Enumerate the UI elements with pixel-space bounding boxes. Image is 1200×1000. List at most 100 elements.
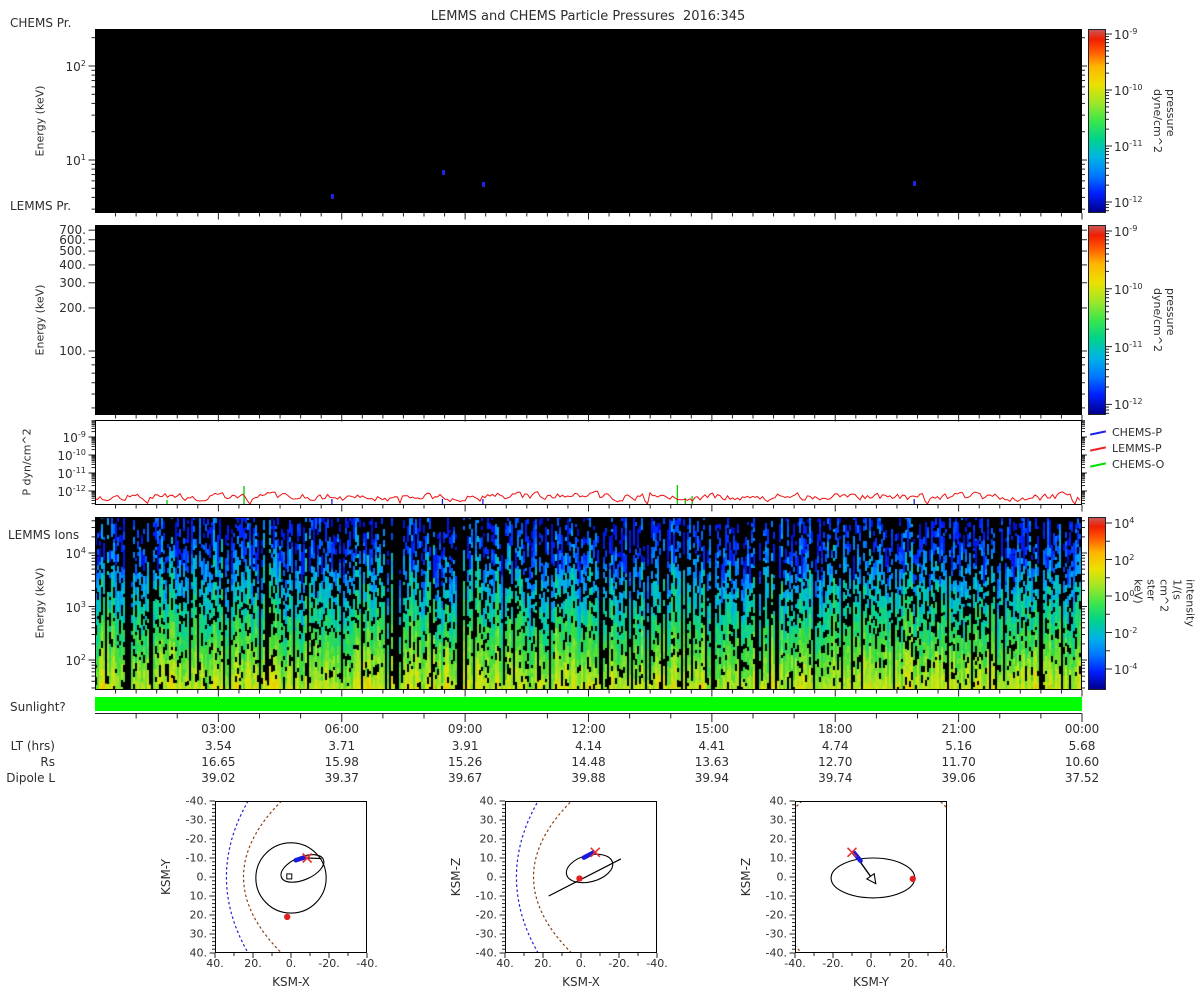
orbit-y-tick-label: -30. [185, 813, 207, 827]
ephemeris-value: 39.67 [447, 771, 483, 785]
orbit-y-tick-label: 40. [189, 946, 208, 960]
y-axis-title-p2: Energy (keV) [33, 284, 47, 356]
time-tick-label: 09:00 [447, 722, 483, 736]
orbit-y-tick-label: 40. [769, 794, 788, 808]
colorbar-tick-label: 10-12 [1114, 194, 1143, 210]
time-tick-label: 15:00 [694, 722, 730, 736]
y-axis-title-p4: Energy (keV) [33, 567, 47, 639]
ephemeris-value: 37.52 [1064, 771, 1100, 785]
chems-pressure-point [912, 180, 916, 186]
orbit-x-tick-label: -20. [318, 957, 340, 970]
orbit-y-tick-label: 20. [479, 832, 498, 846]
orbit-y-tick-label: 0. [486, 870, 498, 884]
time-tick-label: 00:00 [1064, 722, 1100, 736]
ephemeris-value: 3.91 [451, 739, 479, 753]
ephemeris-value: 15.98 [324, 755, 359, 769]
chems-pressure-point [331, 193, 335, 199]
ephemeris-value: 39.94 [694, 771, 730, 785]
colorbar-tick-label: 10-4 [1114, 661, 1138, 677]
legend-line-chems-o [1089, 462, 1107, 468]
colorbar-tick-label: 100 [1114, 588, 1135, 604]
y-tick-label: 100. [59, 344, 86, 358]
orbit-x-tick-label: 20. [244, 957, 262, 970]
ephemeris-value: 16.65 [201, 755, 236, 769]
legend-label: CHEMS-P [1112, 426, 1162, 439]
ephemeris-value: 10.60 [1064, 755, 1100, 769]
pressure-line-series [94, 485, 1081, 506]
pressure-line-plot [94, 420, 1082, 506]
colorbar-pressure-1 [1088, 29, 1106, 213]
ephemeris-value: 15.26 [447, 755, 483, 769]
orbit-y-tick-label: -10. [765, 889, 787, 903]
orbit-y-tick-label: -20. [185, 832, 207, 846]
y-tick-label: 103 [65, 599, 86, 615]
y-tick-label: 101 [65, 152, 86, 168]
panel-label-sunlight: Sunlight? [10, 700, 66, 714]
time-tick-label: 21:00 [941, 722, 976, 736]
orbit-plot-orbit_xz [499, 800, 658, 958]
orbit-y-tick-label: -30. [765, 927, 787, 941]
orbit-x-tick-label: 0. [575, 957, 587, 970]
ephemeris-row-label: Rs [40, 755, 55, 769]
legend-label: CHEMS-O [1112, 458, 1165, 471]
ephemeris-value: 3.71 [328, 739, 356, 753]
y-tick-label: 10-12 [57, 483, 86, 499]
orbit-y-tick-label: 10. [479, 851, 498, 865]
orbit-y-tick-label: -30. [475, 927, 497, 941]
orbit-x-tick-label: -20. [822, 957, 844, 970]
y-tick-label: 10-9 [62, 429, 86, 445]
orbit-y-tick-label: 20. [769, 832, 788, 846]
y-tick-label: 102 [65, 58, 86, 74]
ephemeris-row-label: LT (hrs) [10, 739, 55, 753]
ephemeris-value: 4.41 [698, 739, 726, 753]
orbit-x-tick-label: 40. [206, 957, 224, 970]
lemms-ions-spectrogram [95, 517, 1082, 690]
orbit-y-tick-label: 20. [189, 908, 208, 922]
time-tick-label: 12:00 [571, 722, 606, 736]
orbit-y-tick-label: 10. [189, 889, 208, 903]
orbit-y-tick-label: 30. [769, 813, 788, 827]
ephemeris-value: 5.16 [945, 739, 972, 753]
orbit-y-tick-label: -20. [765, 908, 787, 922]
ephemeris-value: 39.74 [818, 771, 853, 785]
orbit-y-tick-label: 30. [479, 813, 498, 827]
ephemeris-row-label: Dipole L [6, 771, 55, 785]
chems-pressure-point [441, 169, 445, 175]
orbit-y-tick-label: -40. [475, 946, 497, 960]
y-axis-title-p1: Energy (keV) [33, 85, 47, 157]
orbit-plot-orbit_xy [209, 800, 368, 958]
orbit-x-tick-label: 0. [285, 957, 297, 970]
ephemeris-value: 4.74 [821, 739, 849, 753]
orbit-x-tick-label: -40. [646, 957, 668, 970]
orbit-x-tick-label: -40. [784, 957, 806, 970]
colorbar-tick-label: 102 [1114, 551, 1135, 568]
colorbar-title-3: intensity 1/(s cm^2 ster keV) [1131, 579, 1197, 627]
y-tick-label: 10-11 [57, 465, 86, 481]
orbit-y-axis-title: KSM-Z [449, 857, 463, 897]
y-tick-label: 104 [65, 545, 86, 561]
ephemeris-value: 39.88 [571, 771, 606, 785]
orbit-plot-orbit_yz [789, 800, 948, 958]
colorbar-intensity [1088, 517, 1106, 690]
colorbar-tick-label: 10-12 [1114, 396, 1143, 413]
legend-label: LEMMS-P [1112, 442, 1162, 455]
orbit-y-tick-label: -20. [475, 908, 497, 922]
ephemeris-value: 11.70 [941, 755, 976, 769]
colorbar-pressure-2 [1088, 225, 1106, 415]
colorbar-tick-label: 10-10 [1114, 280, 1143, 297]
colorbar-tick-label: 10-11 [1114, 138, 1143, 154]
sunlight-bar [95, 697, 1082, 711]
orbit-x-tick-label: 40. [496, 957, 514, 970]
orbit-y-tick-label: 0. [776, 870, 788, 884]
orbit-x-axis-title: KSM-X [272, 975, 310, 989]
ephemeris-value: 14.48 [571, 755, 606, 769]
orbit-x-tick-label: 20. [900, 957, 918, 970]
legend-line-lemms-p [1089, 446, 1107, 452]
ephemeris-value: 5.68 [1068, 739, 1096, 753]
orbit-x-axis-title: KSM-X [562, 975, 600, 989]
colorbar-tick-label: 10-10 [1114, 82, 1143, 98]
figure-title: LEMMS and CHEMS Particle Pressures 2016:… [430, 9, 746, 24]
panel-label-lemms: LEMMS Pr. [10, 199, 72, 213]
ephemeris-value: 39.06 [941, 771, 976, 785]
colorbar-tick-label: 10-9 [1114, 26, 1138, 42]
